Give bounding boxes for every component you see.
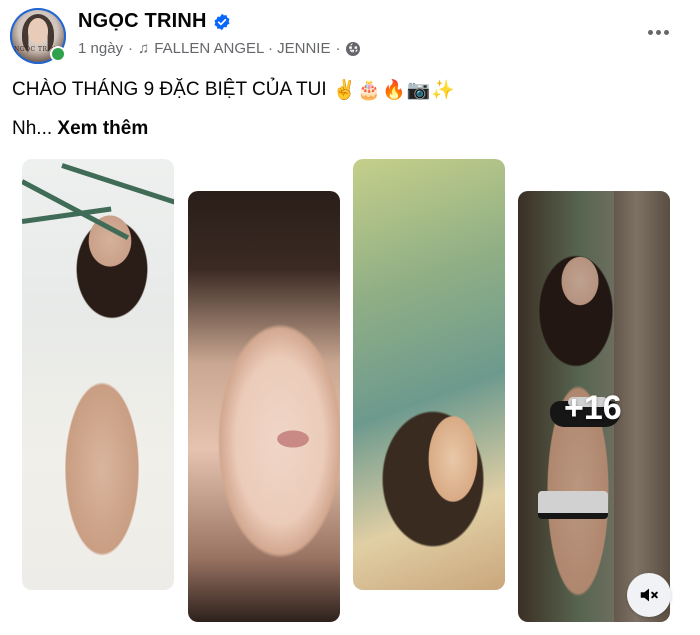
meta-separator: · (128, 40, 134, 57)
verified-badge-icon (214, 13, 230, 30)
mute-button[interactable] (627, 573, 671, 617)
online-status-dot (50, 46, 66, 62)
author-name-row: NGỌC TRINH (78, 10, 231, 33)
photo-1-umbrella-stripe (61, 163, 174, 205)
avatar-face (28, 18, 48, 44)
more-dot (647, 29, 653, 35)
caption-text: CHÀO THÁNG 9 ĐẶC BIỆT CỦA TUI (12, 79, 327, 100)
photo-3[interactable] (353, 159, 505, 590)
post-time[interactable]: 1 ngày (78, 40, 123, 57)
music-note-icon: ♫ (138, 40, 150, 57)
post-card: NGỌC TRINH NGỌC TRINH 1 ngày · ♫ FALLEN … (0, 0, 700, 635)
author-name[interactable]: NGỌC TRINH (78, 10, 207, 33)
globe-icon[interactable] (345, 41, 361, 57)
more-options-button[interactable] (642, 20, 674, 44)
caption-emojis: ✌️🎂🔥📷✨ (332, 80, 456, 101)
more-photos-count[interactable]: +16 (564, 389, 622, 428)
speaker-muted-icon (640, 588, 658, 602)
caption-truncated-line: Nh... Xem thêm (12, 118, 148, 140)
post-music[interactable]: FALLEN ANGEL · JENNIE (154, 40, 330, 57)
photo-1-umbrella-stripe (22, 179, 130, 241)
meta-separator-2: · (335, 40, 341, 57)
post-meta: 1 ngày · ♫ FALLEN ANGEL · JENNIE · (78, 40, 361, 57)
post-caption: CHÀO THÁNG 9 ĐẶC BIỆT CỦA TUI ✌️🎂🔥📷✨ (12, 78, 456, 102)
caption-truncated-text: Nh... (12, 118, 53, 139)
photo-2[interactable] (188, 191, 340, 622)
author-avatar[interactable]: NGỌC TRINH (10, 8, 66, 64)
photo-4[interactable]: +16 (518, 191, 670, 622)
more-dot (655, 29, 661, 35)
more-dot (663, 29, 669, 35)
photo-1[interactable] (22, 159, 174, 590)
see-more-link[interactable]: Xem thêm (57, 118, 148, 139)
